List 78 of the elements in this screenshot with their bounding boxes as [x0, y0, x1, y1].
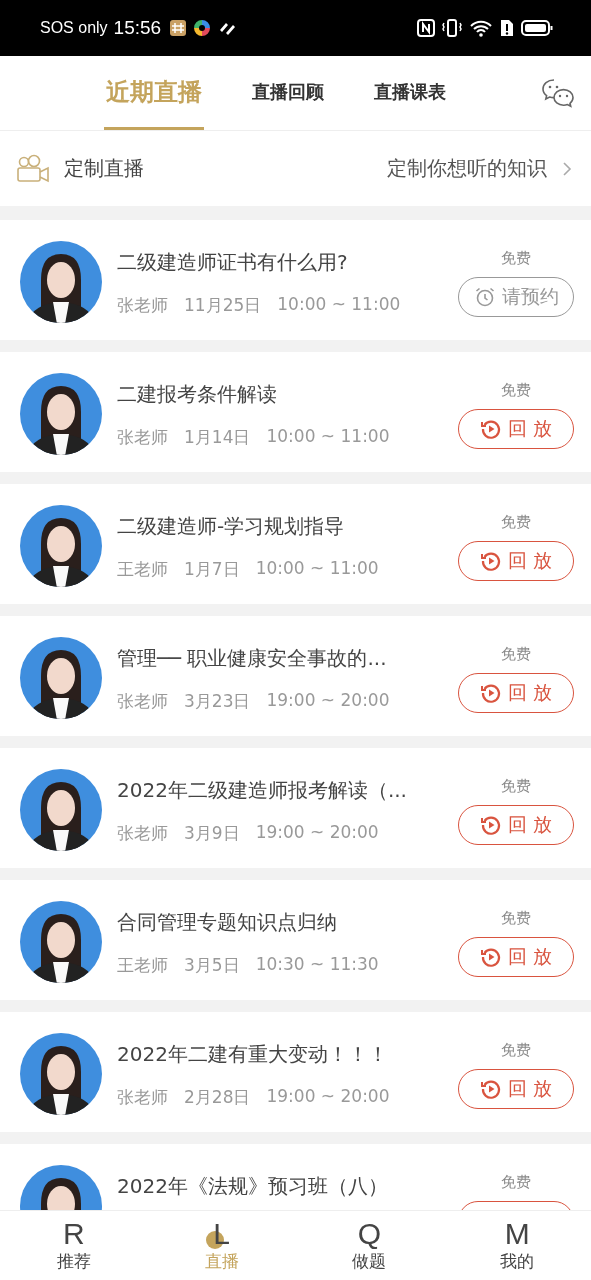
lesson-date: 1月7日 [184, 558, 240, 581]
teacher-name: 张老师 [117, 1086, 168, 1109]
replay-button[interactable]: 回 放 [458, 805, 574, 845]
wifi-icon [469, 18, 493, 38]
price-label: 免费 [501, 908, 531, 928]
price-label: 免费 [501, 644, 531, 664]
lesson-card[interactable]: 2022年《法规》预习班（八） 免费 [0, 1144, 591, 1210]
replay-icon [479, 682, 502, 704]
lesson-title: 2022年《法规》预习班（八） [117, 1173, 389, 1200]
lesson-date: 2月28日 [184, 1086, 251, 1109]
chat-icon[interactable] [541, 78, 575, 108]
price-label: 免费 [501, 248, 531, 268]
lesson-time: 19:00 ~ 20:00 [266, 690, 390, 712]
lesson-time: 10:00 ~ 11:00 [277, 294, 401, 316]
nav-tab[interactable]: R 推荐 [0, 1211, 148, 1280]
custom-live-link[interactable]: 定制你想听的知识 [387, 155, 547, 182]
lesson-title: 二级建造师证书有什么用? [117, 249, 349, 276]
lesson-time: 10:00 ~ 11:00 [255, 558, 379, 580]
replay-button[interactable]: 回 放 [458, 409, 574, 449]
lesson-card[interactable]: 二级建造师证书有什么用? 张老师 11月25日 10:00 ~ 11:00 免费 请预约 [0, 220, 591, 340]
teacher-name: 张老师 [117, 690, 168, 713]
price-label: 免费 [501, 1040, 531, 1060]
replay-button[interactable]: 回 放 [458, 673, 574, 713]
custom-live-row[interactable]: 定制直播 定制你想听的知识 [0, 131, 591, 206]
lesson-title: 合同管理专题知识点归纳 [117, 909, 338, 936]
replay-icon [479, 550, 502, 572]
lesson-card[interactable]: 管理── 职业健康安全事故的... 张老师 3月23日 19:00 ~ 20:00 免费 回 放 [0, 616, 591, 736]
lesson-date: 1月14日 [184, 426, 251, 449]
carrier-text: SOS only [40, 19, 108, 37]
lesson-title: 2022年二建有重大变动！！！ [117, 1041, 389, 1068]
tab[interactable]: 直播课表 [372, 56, 448, 130]
replay-button[interactable]: 回 放 [458, 937, 574, 977]
battery-icon [521, 18, 553, 38]
replay-icon [479, 418, 502, 440]
teacher-name: 王老师 [117, 558, 168, 581]
chevron-right-icon [561, 159, 573, 178]
app-notification-icon [169, 19, 188, 37]
lesson-date: 3月9日 [184, 822, 240, 845]
lesson-time: 19:00 ~ 20:00 [255, 822, 379, 844]
replay-icon [479, 1078, 502, 1100]
teacher-name: 张老师 [117, 822, 168, 845]
lesson-time: 10:30 ~ 11:30 [255, 954, 379, 976]
lesson-title: 管理── 职业健康安全事故的... [117, 645, 388, 672]
app-notification-icon [193, 19, 212, 37]
teacher-name: 张老师 [117, 426, 168, 449]
lesson-date: 3月23日 [184, 690, 251, 713]
replay-icon [479, 814, 502, 836]
lesson-title: 二建报考条件解读 [117, 381, 278, 408]
lesson-card[interactable]: 合同管理专题知识点归纳 王老师 3月5日 10:30 ~ 11:30 免费 回 放 [0, 880, 591, 1000]
teacher-name: 张老师 [117, 294, 168, 317]
lesson-card[interactable]: 2022年二级建造师报考解读（... 张老师 3月9日 19:00 ~ 20:00 免费 回 放 [0, 748, 591, 868]
custom-live-label: 定制直播 [64, 155, 144, 182]
video-camera-icon [16, 153, 50, 184]
clock: 15:56 [113, 17, 162, 39]
price-label: 免费 [501, 776, 531, 796]
price-label: 免费 [501, 1172, 531, 1192]
lesson-card[interactable]: 二建报考条件解读 张老师 1月14日 10:00 ~ 11:00 免费 回 放 [0, 352, 591, 472]
vibrate-icon [441, 18, 463, 38]
teacher-name: 王老师 [117, 954, 168, 977]
sim-alert-icon [499, 18, 515, 38]
lesson-time: 19:00 ~ 20:00 [266, 1086, 390, 1108]
lesson-title: 二级建造师-学习规划指导 [117, 513, 346, 540]
replay-icon [479, 946, 502, 968]
nav-tab[interactable]: Q 做题 [295, 1211, 444, 1280]
lesson-card[interactable]: 二级建造师-学习规划指导 王老师 1月7日 10:00 ~ 11:00 免费 回 放 [0, 484, 591, 604]
price-label: 免费 [501, 512, 531, 532]
lesson-title: 2022年二级建造师报考解读（... [117, 777, 408, 804]
replay-button[interactable]: 回 放 [458, 541, 574, 581]
lesson-time: 10:00 ~ 11:00 [266, 426, 390, 448]
lesson-card[interactable]: 2022年二建有重大变动！！！ 张老师 2月28日 19:00 ~ 20:00 免费 回 放 [0, 1012, 591, 1132]
nfc-icon [417, 18, 435, 38]
nav-tab[interactable]: M 我的 [443, 1211, 591, 1280]
tab[interactable]: 直播回顾 [250, 56, 326, 130]
lesson-date: 3月5日 [184, 954, 240, 977]
lesson-date: 11月25日 [184, 294, 262, 317]
replay-button[interactable]: 回 放 [458, 1069, 574, 1109]
price-label: 免费 [501, 380, 531, 400]
alarm-clock-icon [473, 286, 496, 308]
